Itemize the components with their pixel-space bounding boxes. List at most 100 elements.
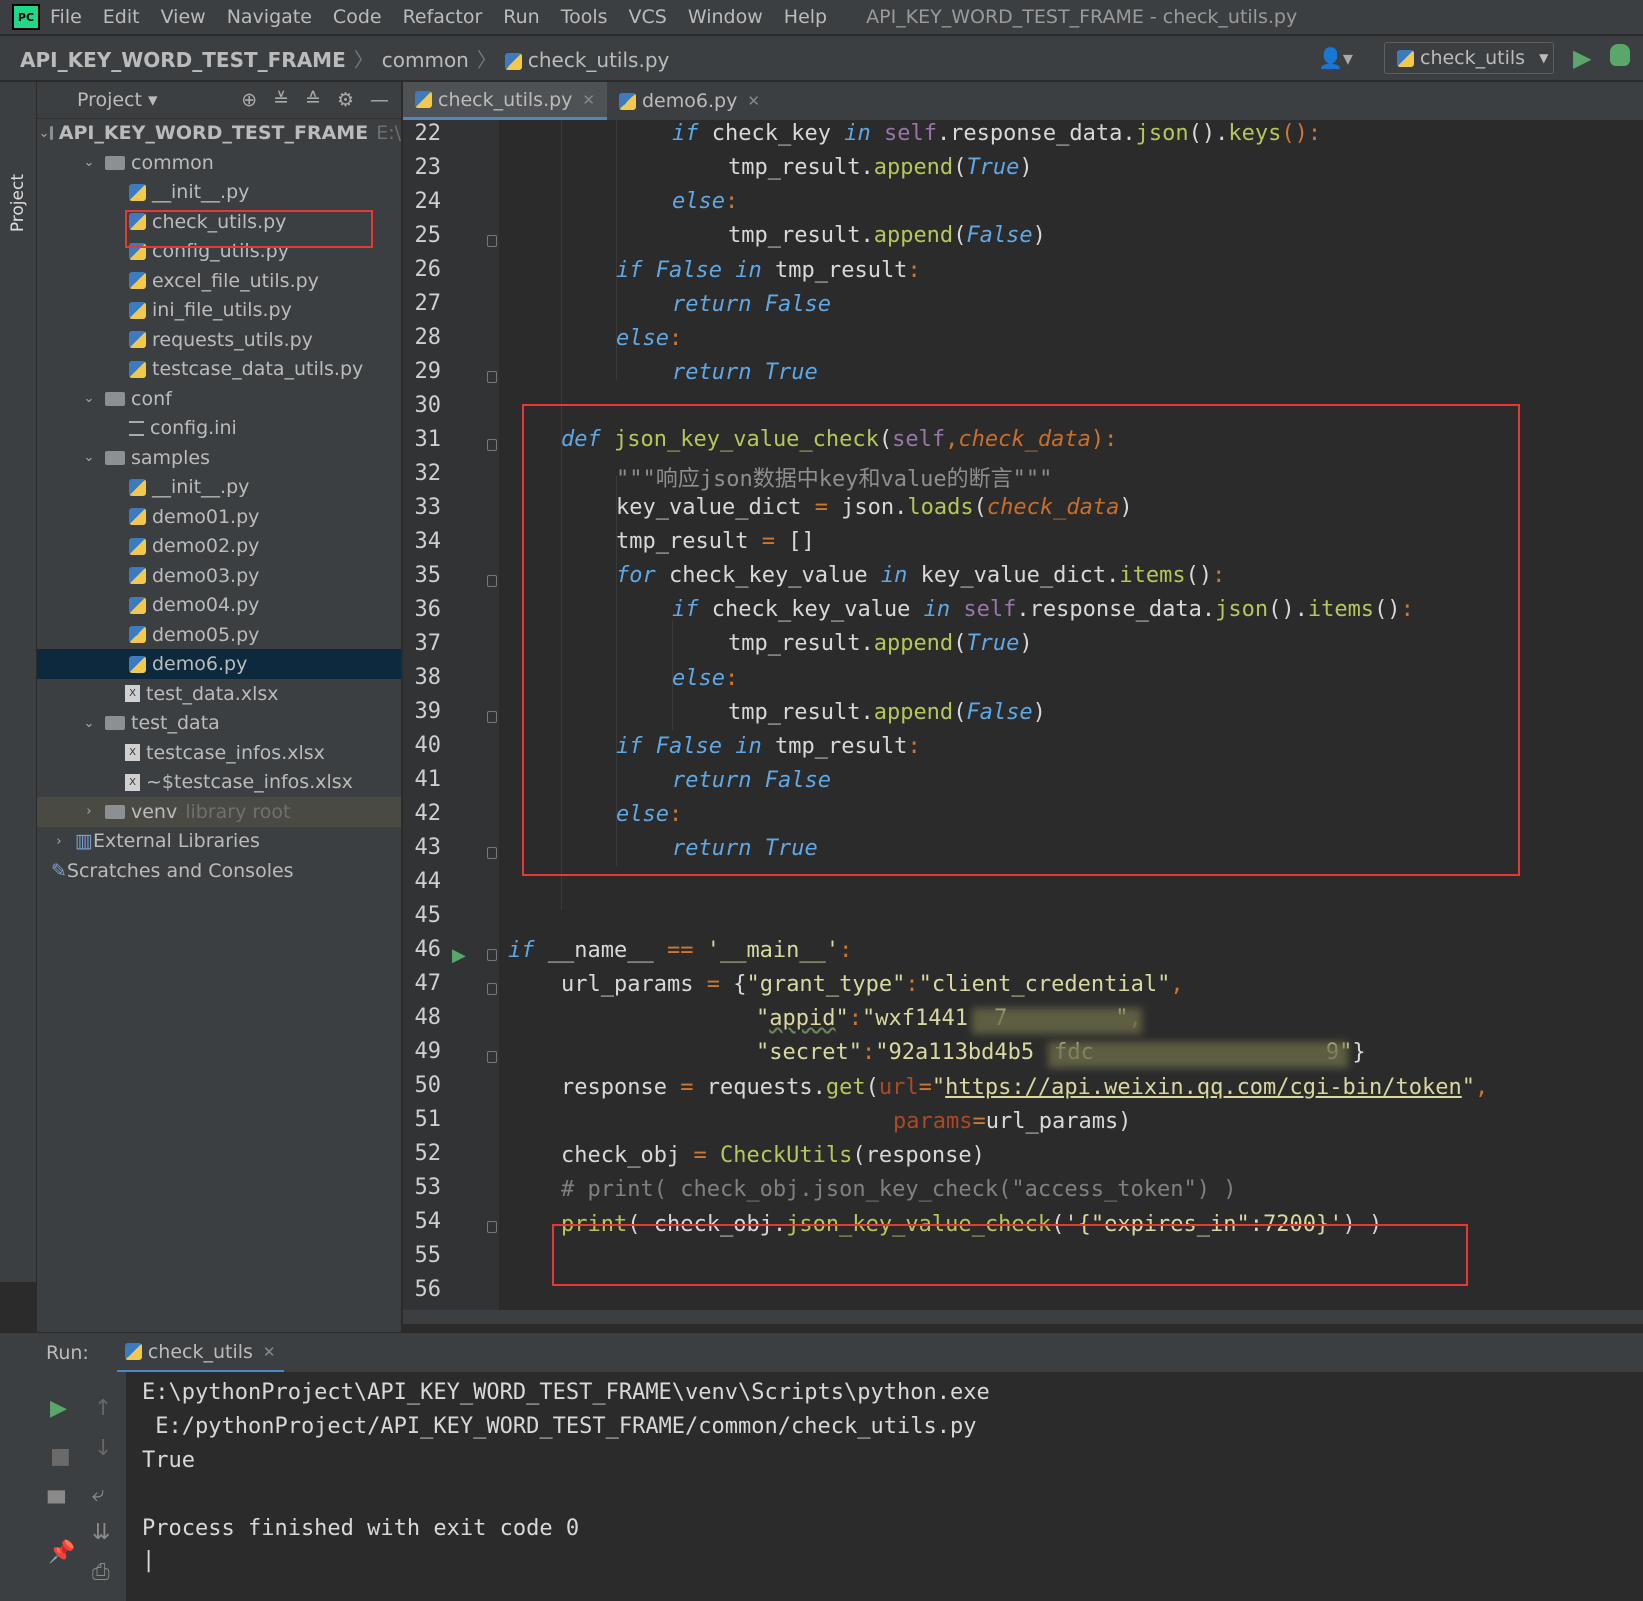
line-number: 47 (414, 971, 442, 996)
line-number: 28 (414, 325, 442, 350)
line-number: 31 (414, 427, 442, 452)
chevron-down-icon[interactable]: ⌄ (39, 126, 50, 141)
menu-run[interactable]: Run (503, 6, 539, 28)
user-icon[interactable]: 👤▾ (1318, 46, 1353, 70)
tree-item-external-libraries[interactable]: › ▥ External Libraries (37, 826, 401, 856)
hide-icon[interactable]: — (370, 89, 389, 111)
run-icon[interactable]: ▶ (1573, 44, 1591, 72)
chevron-down-icon[interactable]: ⌄ (81, 450, 97, 465)
menu-code[interactable]: Code (333, 6, 382, 28)
collapse-all-icon[interactable]: ≙ (305, 89, 321, 111)
menu-file[interactable]: File (50, 6, 82, 28)
tab-check-utils[interactable]: check_utils.py ✕ (403, 82, 607, 120)
fold-marker-icon[interactable] (487, 1221, 497, 1233)
run-configuration-select[interactable]: check_utils ▼ (1384, 42, 1554, 74)
close-icon[interactable]: ✕ (263, 1343, 276, 1361)
tree-item-excel-file-utils-py[interactable]: excel_file_utils.py (37, 266, 401, 296)
breadcrumb-file[interactable]: check_utils.py (528, 48, 670, 72)
tree-item-demo6-py[interactable]: demo6.py (37, 649, 401, 679)
arrow-up-icon[interactable]: ↑ (94, 1396, 112, 1421)
tree-item-label: demo6.py (152, 653, 248, 675)
console-output[interactable] (126, 1372, 1643, 1601)
tree-item-init-py[interactable]: __init__.py (37, 177, 401, 207)
run-gutter-icon[interactable]: ▶ (452, 945, 466, 966)
breadcrumb-project[interactable]: API_KEY_WORD_TEST_FRAME (20, 48, 346, 72)
tree-item-conf[interactable]: ⌄ conf (37, 384, 401, 414)
close-icon[interactable]: ✕ (747, 92, 760, 110)
tree-item-test-data-xlsx[interactable]: Xtest_data.xlsx (37, 679, 401, 709)
tree-item-requests-utils-py[interactable]: requests_utils.py (37, 325, 401, 355)
tree-item-extra: E:\ (376, 122, 402, 144)
tree-item-scratches-and-consoles[interactable]: ✎ Scratches and Consoles (37, 856, 401, 886)
menu-tools[interactable]: Tools (561, 6, 608, 28)
url-link[interactable]: https://api.weixin.qq.com/cgi-bin/token (945, 1075, 1462, 1100)
tree-item-common[interactable]: ⌄ common (37, 148, 401, 178)
fold-marker-icon[interactable] (487, 371, 497, 383)
editor-horizontal-scrollbar[interactable] (403, 1310, 1643, 1324)
project-view-select[interactable]: Project ▾ (77, 89, 158, 111)
code-token: if (616, 258, 643, 283)
tree-item-config-ini[interactable]: config.ini (37, 413, 401, 443)
menu-window[interactable]: Window (688, 6, 763, 28)
run-panel-header: Run: check_utils ✕ (0, 1332, 1643, 1373)
menu-view[interactable]: View (161, 6, 206, 28)
code-token: check_key (698, 121, 845, 146)
fold-marker-icon[interactable] (487, 949, 497, 961)
tree-item-demo01-py[interactable]: demo01.py (37, 502, 401, 532)
tree-item-demo04-py[interactable]: demo04.py (37, 590, 401, 620)
tree-item-api-key-word-test-frame[interactable]: ⌄ API_KEY_WORD_TEST_FRAME E:\ (37, 118, 401, 148)
tree-item-testcase-infos-xlsx[interactable]: Xtestcase_infos.xlsx (37, 738, 401, 768)
fold-marker-icon[interactable] (487, 575, 497, 587)
fold-marker-icon[interactable] (487, 235, 497, 247)
tree-item-venv[interactable]: › venv library root (37, 796, 401, 827)
fold-marker-icon[interactable] (487, 439, 497, 451)
fold-marker-icon[interactable] (487, 1051, 497, 1063)
tree-item-label: testcase_data_utils.py (152, 358, 364, 380)
chevron-right-icon[interactable]: › (81, 804, 97, 819)
chevron-right-icon[interactable]: › (51, 834, 67, 849)
tree-item-ini-file-utils-py[interactable]: ini_file_utils.py (37, 295, 401, 325)
tree-item-samples[interactable]: ⌄ samples (37, 443, 401, 473)
expand-all-icon[interactable]: ≚ (273, 89, 289, 111)
layout-icon[interactable]: ▀ (48, 1492, 65, 1517)
breadcrumb-separator-icon: 〉 (353, 47, 374, 72)
folder-icon (50, 126, 53, 140)
chevron-down-icon[interactable]: ⌄ (81, 155, 97, 170)
breadcrumb-folder[interactable]: common (382, 48, 469, 72)
chevron-down-icon[interactable]: ⌄ (81, 391, 97, 406)
locate-icon[interactable]: ⊕ (241, 89, 257, 111)
scroll-to-end-icon[interactable]: ⇊ (92, 1520, 110, 1545)
gear-icon[interactable]: ⚙ (337, 89, 354, 111)
chevron-down-icon: ▼ (1539, 51, 1549, 65)
arrow-down-icon[interactable]: ↓ (94, 1436, 112, 1461)
tree-item-testcase-infos-xlsx[interactable]: X ~$testcase_infos.xlsx (37, 767, 401, 797)
python-file-icon (129, 360, 146, 378)
tab-demo6[interactable]: demo6.py ✕ (607, 82, 772, 120)
tree-item-label: __init__.py (152, 476, 250, 498)
tree-item-test-data[interactable]: ⌄ test_data (37, 708, 401, 738)
close-icon[interactable]: ✕ (582, 91, 595, 109)
menu-help[interactable]: Help (784, 6, 827, 28)
menu-vcs[interactable]: VCS (629, 6, 667, 28)
code-token: appid (769, 1006, 836, 1031)
tree-item-demo05-py[interactable]: demo05.py (37, 620, 401, 650)
menu-refactor[interactable]: Refactor (403, 6, 483, 28)
fold-marker-icon[interactable] (487, 711, 497, 723)
fold-marker-icon[interactable] (487, 983, 497, 995)
tab-run-check-utils[interactable]: check_utils ✕ (116, 1333, 284, 1373)
tree-item-demo03-py[interactable]: demo03.py (37, 561, 401, 591)
soft-wrap-icon[interactable]: ⤶ (92, 1482, 104, 1507)
menu-edit[interactable]: Edit (103, 6, 140, 28)
menu-navigate[interactable]: Navigate (227, 6, 312, 28)
chevron-down-icon[interactable]: ⌄ (81, 716, 97, 731)
fold-marker-icon[interactable] (487, 847, 497, 859)
project-tool-tab[interactable]: Project (8, 174, 28, 232)
tree-item-init-py[interactable]: __init__.py (37, 472, 401, 502)
tree-item-testcase-data-utils-py[interactable]: testcase_data_utils.py (37, 354, 401, 384)
print-icon[interactable]: ⎙ (92, 1560, 110, 1585)
rerun-icon[interactable]: ▶ (50, 1396, 67, 1421)
pin-icon[interactable]: 📌 (48, 1540, 75, 1565)
stop-icon[interactable]: ■ (50, 1444, 71, 1469)
debug-icon[interactable] (1610, 44, 1630, 66)
tree-item-demo02-py[interactable]: demo02.py (37, 531, 401, 561)
